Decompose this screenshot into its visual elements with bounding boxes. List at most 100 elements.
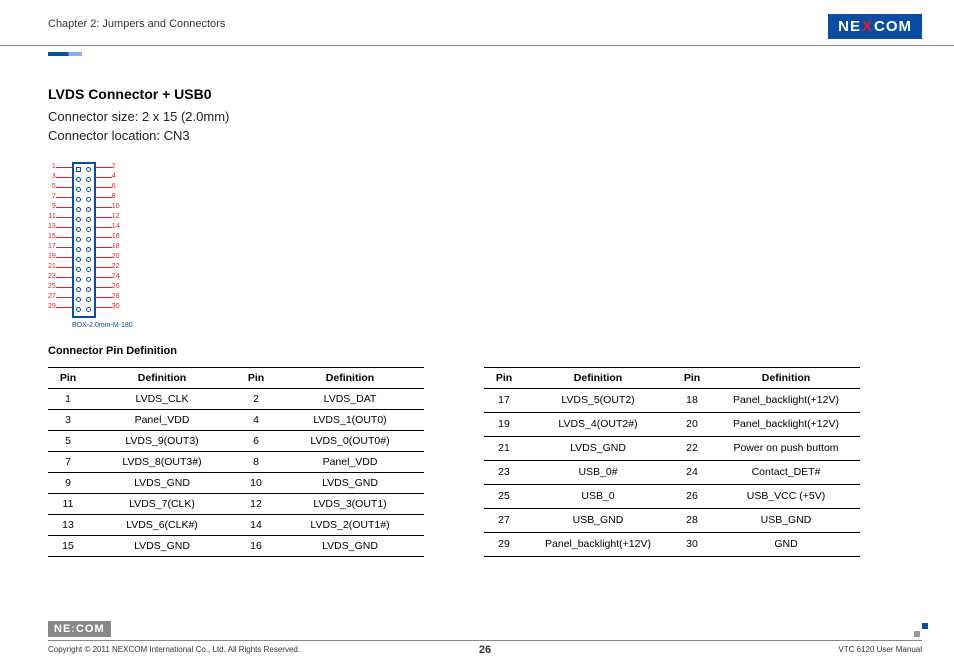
pin-label: 13 <box>48 222 56 232</box>
pin-lines-left <box>56 162 72 312</box>
pin-cell: 27 <box>484 508 524 532</box>
pin-cell: 17 <box>484 388 524 412</box>
pin-cell: 4 <box>236 409 276 430</box>
pin-label: 30 <box>112 302 120 312</box>
pin-cell: 24 <box>672 460 712 484</box>
accent-bar <box>48 52 82 56</box>
pin-label: 3 <box>48 172 56 182</box>
pin-label: 19 <box>48 252 56 262</box>
table-row: 23USB_0#24Contact_DET# <box>484 460 860 484</box>
definition-cell: LVDS_3(OUT1) <box>276 493 424 514</box>
definition-cell: GND <box>712 532 860 556</box>
table-caption: Connector Pin Definition <box>48 345 906 357</box>
pin-cell: 22 <box>672 436 712 460</box>
definition-cell: USB_0 <box>524 484 672 508</box>
definition-cell: LVDS_9(OUT3) <box>88 430 236 451</box>
pin-label: 25 <box>48 282 56 292</box>
definition-cell: LVDS_1(OUT0) <box>276 409 424 430</box>
table-row: 13LVDS_6(CLK#)14LVDS_2(OUT1#) <box>48 514 424 535</box>
section-info: Connector size: 2 x 15 (2.0mm) Connector… <box>48 108 906 146</box>
definition-cell: USB_VCC (+5V) <box>712 484 860 508</box>
col-pin: Pin <box>236 367 276 388</box>
definition-cell: Panel_VDD <box>276 451 424 472</box>
pin-labels-left: 1357911131517192123252729 <box>48 162 56 312</box>
pin-cell: 9 <box>48 472 88 493</box>
table-row: 7LVDS_8(OUT3#)8Panel_VDD <box>48 451 424 472</box>
definition-cell: LVDS_GND <box>524 436 672 460</box>
pin-label: 9 <box>48 202 56 212</box>
table-row: 17LVDS_5(OUT2)18Panel_backlight(+12V) <box>484 388 860 412</box>
definition-cell: LVDS_8(OUT3#) <box>88 451 236 472</box>
pin-label: 12 <box>112 212 120 222</box>
definition-cell: LVDS_4(OUT2#) <box>524 412 672 436</box>
corner-mark-icon <box>914 623 928 637</box>
pin-table-right: Pin Definition Pin Definition 17LVDS_5(O… <box>484 367 860 557</box>
table-row: 25USB_026USB_VCC (+5V) <box>484 484 860 508</box>
pin-cell: 6 <box>236 430 276 451</box>
pin-label: 18 <box>112 242 120 252</box>
pin-label: 28 <box>112 292 120 302</box>
table-row: 9LVDS_GND10LVDS_GND <box>48 472 424 493</box>
copyright: Copyright © 2011 NEXCOM International Co… <box>48 645 300 654</box>
pin-cell: 12 <box>236 493 276 514</box>
definition-cell: LVDS_6(CLK#) <box>88 514 236 535</box>
pin-label: 27 <box>48 292 56 302</box>
definition-cell: Panel_backlight(+12V) <box>712 388 860 412</box>
col-def: Definition <box>276 367 424 388</box>
pin-cell: 10 <box>236 472 276 493</box>
col-pin: Pin <box>48 367 88 388</box>
definition-cell: Contact_DET# <box>712 460 860 484</box>
definition-cell: USB_GND <box>524 508 672 532</box>
table-row: 19LVDS_4(OUT2#)20Panel_backlight(+12V) <box>484 412 860 436</box>
pin-cell: 20 <box>672 412 712 436</box>
pin-label: 22 <box>112 262 120 272</box>
pin-cell: 14 <box>236 514 276 535</box>
definition-cell: Power on push buttom <box>712 436 860 460</box>
brand-logo: NEXCOM <box>828 14 922 39</box>
definition-cell: LVDS_GND <box>88 535 236 556</box>
pin-label: 1 <box>48 162 56 172</box>
pin-cell: 19 <box>484 412 524 436</box>
pin-label: 2 <box>112 162 120 172</box>
pin-cell: 15 <box>48 535 88 556</box>
col-pin: Pin <box>484 367 524 388</box>
definition-cell: LVDS_CLK <box>88 388 236 409</box>
table-row: 21LVDS_GND22Power on push buttom <box>484 436 860 460</box>
pin-cell: 26 <box>672 484 712 508</box>
pin-cell: 29 <box>484 532 524 556</box>
definition-cell: LVDS_DAT <box>276 388 424 409</box>
pin-label: 29 <box>48 302 56 312</box>
pin-cell: 25 <box>484 484 524 508</box>
pin-cell: 7 <box>48 451 88 472</box>
pin-label: 24 <box>112 272 120 282</box>
pin-label: 26 <box>112 282 120 292</box>
diagram-caption: BOX-2.0mm-M-180 <box>72 322 906 329</box>
definition-cell: LVDS_GND <box>276 535 424 556</box>
definition-cell: USB_0# <box>524 460 672 484</box>
connector-location: Connector location: CN3 <box>48 127 906 146</box>
pin-label: 6 <box>112 182 120 192</box>
pin-label: 5 <box>48 182 56 192</box>
pin-label: 15 <box>48 232 56 242</box>
col-def: Definition <box>88 367 236 388</box>
definition-cell: LVDS_7(CLK) <box>88 493 236 514</box>
definition-cell: LVDS_2(OUT1#) <box>276 514 424 535</box>
col-pin: Pin <box>672 367 712 388</box>
pin-cell: 23 <box>484 460 524 484</box>
connector-diagram: 1357911131517192123252729 24681012141618… <box>48 162 906 318</box>
table-row: 27USB_GND28USB_GND <box>484 508 860 532</box>
pin-cell: 21 <box>484 436 524 460</box>
pin-cell: 18 <box>672 388 712 412</box>
page-number: 26 <box>479 644 491 656</box>
definition-cell: Panel_backlight(+12V) <box>524 532 672 556</box>
section-title: LVDS Connector + USB0 <box>48 86 906 102</box>
pin-label: 4 <box>112 172 120 182</box>
pin-cell: 2 <box>236 388 276 409</box>
chapter-title: Chapter 2: Jumpers and Connectors <box>48 18 225 30</box>
pin-cell: 16 <box>236 535 276 556</box>
pin-cell: 28 <box>672 508 712 532</box>
pin-cell: 11 <box>48 493 88 514</box>
logo-x-icon: X <box>862 18 873 35</box>
footer-logo: NE:COM <box>48 621 111 637</box>
table-row: 1LVDS_CLK2LVDS_DAT <box>48 388 424 409</box>
